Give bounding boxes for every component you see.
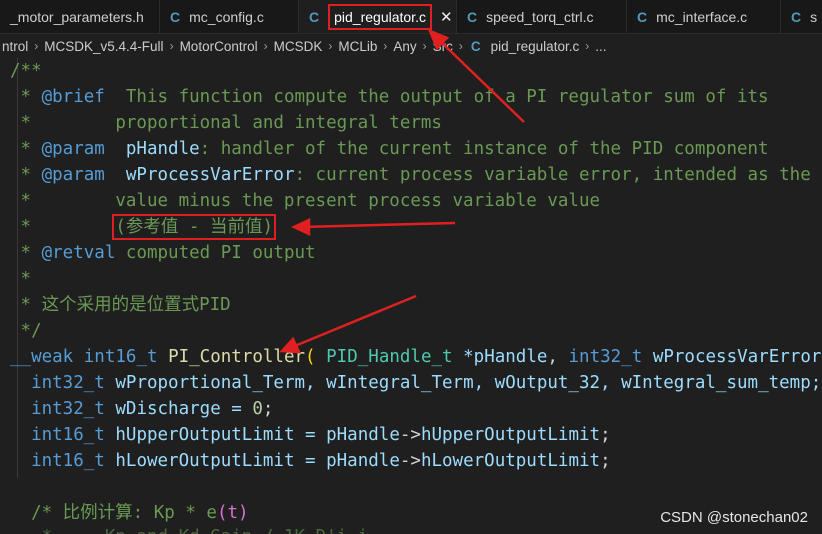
code-line-2: * @brief This function compute the outpu…	[10, 87, 769, 107]
close-icon[interactable]: ✕	[440, 8, 453, 26]
breadcrumb: ntrol › MCSDK_v5.4.4-Full › MotorControl…	[0, 34, 822, 58]
function-name: PI_Controller	[168, 347, 306, 367]
code-editor[interactable]: /** * @brief This function compute the o…	[0, 58, 822, 534]
tab-pid-regulator[interactable]: C pid_regulator.c ✕	[299, 0, 457, 33]
code-line-10: * 这个采用的是位置式PID	[10, 295, 231, 315]
code-line-12: __weak int16_t PI_Controller( PID_Handle…	[10, 347, 822, 367]
tab-label: s	[810, 8, 818, 25]
chevron-right-icon: ›	[34, 39, 39, 53]
tab-label: pid_regulator.c	[328, 3, 432, 30]
c-file-icon: C	[467, 8, 478, 25]
code-line-9: *	[10, 269, 32, 289]
code-line-6: * value minus the present process variab…	[10, 191, 601, 211]
doc-tag-brief: @brief	[41, 87, 105, 107]
code-line-15: int16_t hUpperOutputLimit = pHandle->hUp…	[31, 425, 611, 445]
code-line-18: /* 比例计算: Kp * e(t)	[10, 503, 249, 523]
code-line-11: */	[10, 321, 42, 341]
code-line-3: * proportional and integral terms	[10, 113, 442, 133]
tab-overflow[interactable]: C s	[781, 0, 822, 33]
chevron-right-icon: ›	[458, 39, 463, 53]
code-line-7: * (参考值 - 当前值)	[10, 214, 277, 240]
code-line-14: int32_t wDischarge = 0;	[31, 399, 274, 419]
breadcrumb-item[interactable]: MCSDK_v5.4.4-Full	[42, 39, 165, 54]
tab-motor-parameters[interactable]: _motor_parameters.h	[0, 0, 160, 33]
chevron-right-icon: ›	[263, 39, 268, 53]
c-file-icon: C	[637, 8, 648, 25]
c-file-icon: C	[470, 38, 481, 54]
tab-label: speed_torq_ctrl.c	[486, 8, 594, 25]
breadcrumb-item[interactable]: Src	[431, 39, 455, 54]
code-line-5: * @param wProcessVarError: current proce…	[10, 165, 822, 185]
tab-label: mc_interface.c	[656, 8, 748, 25]
breadcrumb-item[interactable]: MCSDK	[272, 39, 325, 54]
chevron-right-icon: ›	[328, 39, 333, 53]
c-file-icon: C	[170, 8, 181, 25]
chevron-right-icon: ›	[383, 39, 388, 53]
breadcrumb-symbols[interactable]: ...	[593, 39, 608, 54]
tab-mc-config[interactable]: C mc_config.c	[160, 0, 299, 33]
breadcrumb-item[interactable]: MotorControl	[178, 39, 260, 54]
breadcrumb-file[interactable]: pid_regulator.c	[489, 39, 582, 54]
breadcrumb-item[interactable]: Any	[391, 39, 418, 54]
c-file-icon: C	[309, 8, 320, 25]
code-line-8: * @retval computed PI output	[10, 243, 316, 263]
editor-tab-bar: _motor_parameters.h C mc_config.c C pid_…	[0, 0, 822, 34]
code-line-1: /**	[10, 61, 42, 81]
tab-speed-torq-ctrl[interactable]: C speed_torq_ctrl.c	[457, 0, 627, 33]
c-file-icon: C	[791, 8, 802, 25]
highlighted-note: (参考值 - 当前值)	[112, 214, 277, 240]
code-line-19: * Kp and Kd Gain / 1K D'i i	[10, 524, 369, 534]
chevron-right-icon: ›	[169, 39, 174, 53]
tab-label: _motor_parameters.h	[10, 8, 144, 25]
doc-tag-retval: @retval	[41, 243, 116, 263]
doc-tag-param: @param	[41, 139, 105, 159]
breadcrumb-item[interactable]: ntrol	[0, 39, 30, 54]
chevron-right-icon: ›	[422, 39, 427, 53]
code-line-16: int16_t hLowerOutputLimit = pHandle->hLo…	[31, 451, 611, 471]
doc-tag-param: @param	[41, 165, 105, 185]
watermark: CSDN @stonechan02	[660, 509, 808, 526]
tab-label: mc_config.c	[189, 8, 264, 25]
code-line-4: * @param pHandle: handler of the current…	[10, 139, 769, 159]
chevron-right-icon: ›	[585, 39, 590, 53]
breadcrumb-item[interactable]: MCLib	[336, 39, 379, 54]
code-line-13: int32_t wProportional_Term, wIntegral_Te…	[31, 373, 822, 393]
tab-mc-interface[interactable]: C mc_interface.c	[627, 0, 781, 33]
